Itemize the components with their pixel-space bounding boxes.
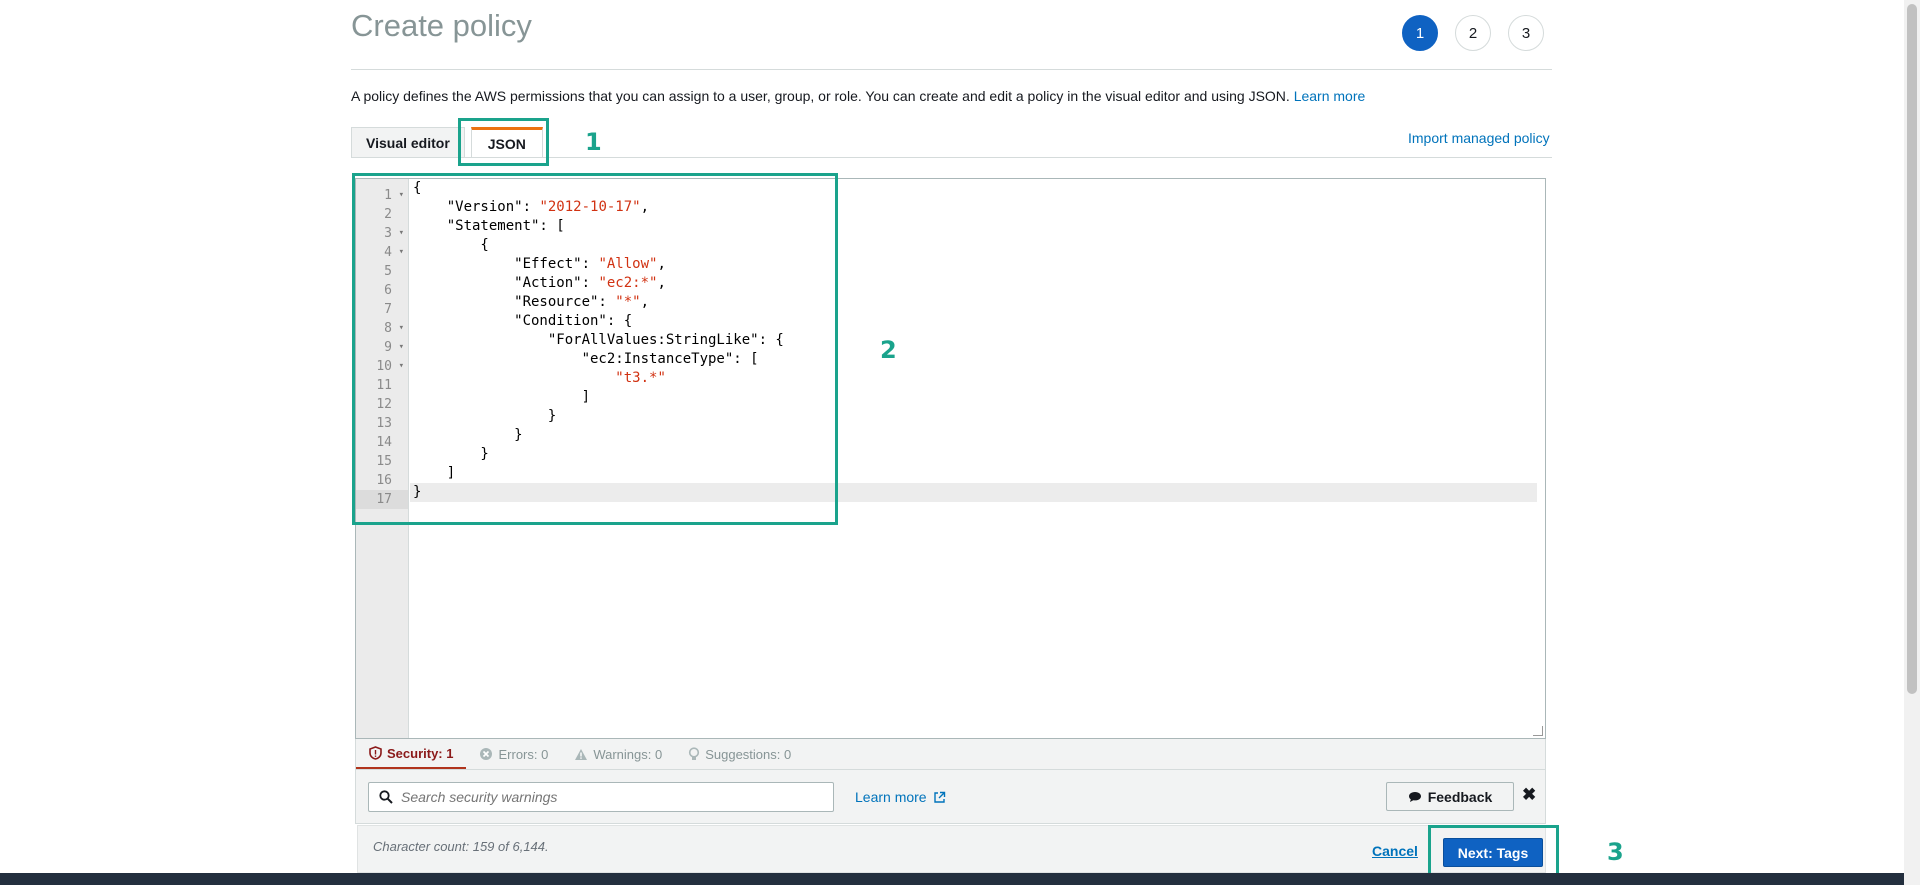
tab-warnings[interactable]: Warnings: 0 — [561, 739, 675, 769]
search-security-warnings-input[interactable] — [401, 789, 821, 805]
lightbulb-icon — [689, 747, 700, 760]
validation-toolbar: Learn more Feedback ✖ — [356, 770, 1545, 823]
page-title: Create policy — [351, 8, 532, 43]
external-link-icon — [933, 791, 945, 803]
annotation-box-json-code — [352, 173, 838, 525]
page-scrollbar[interactable] — [1904, 0, 1920, 885]
description-text: A policy defines the AWS permissions tha… — [351, 88, 1290, 104]
close-icon[interactable]: ✖ — [1522, 785, 1536, 805]
shield-icon — [369, 746, 382, 760]
character-count: Character count: 159 of 6,144. — [373, 839, 549, 854]
tab-visual-editor[interactable]: Visual editor — [351, 127, 465, 158]
annotation-label-3: 3 — [1607, 838, 1624, 866]
console-footer-bar — [0, 873, 1904, 885]
resize-grip-icon[interactable] — [1533, 726, 1543, 736]
validation-learn-more-label: Learn more — [855, 789, 927, 805]
warnings-count: Warnings: 0 — [593, 746, 663, 762]
annotation-box-next-button — [1428, 825, 1559, 880]
error-icon — [480, 748, 493, 760]
description-learn-more-link[interactable]: Learn more — [1294, 88, 1366, 104]
step-1[interactable]: 1 — [1402, 15, 1438, 51]
create-policy-page: Create policy 1 2 3 A policy defines the… — [0, 0, 1920, 885]
tab-suggestions[interactable]: Suggestions: 0 — [675, 739, 804, 769]
warning-icon — [575, 748, 588, 760]
step-3[interactable]: 3 — [1508, 15, 1544, 51]
errors-count: Errors: 0 — [498, 746, 549, 762]
tab-errors[interactable]: Errors: 0 — [466, 739, 561, 769]
header-divider — [351, 69, 1552, 70]
cancel-button[interactable]: Cancel — [1372, 843, 1418, 859]
step-indicator: 1 2 3 — [1402, 15, 1544, 51]
search-icon — [379, 790, 393, 804]
suggestions-count: Suggestions: 0 — [705, 746, 792, 762]
security-count: Security: 1 — [387, 745, 454, 761]
validation-learn-more-link[interactable]: Learn more — [855, 789, 946, 805]
editor-footer: Character count: 159 of 6,144. Cancel Ne… — [357, 825, 1546, 873]
validation-tabs: Security: 1 Errors: 0 Warnings: 0 Sugges… — [356, 739, 1545, 770]
tab-security[interactable]: Security: 1 — [356, 739, 467, 769]
annotation-label-2: 2 — [880, 336, 897, 364]
annotation-label-1: 1 — [585, 128, 602, 156]
feedback-button[interactable]: Feedback — [1386, 782, 1514, 811]
feedback-label: Feedback — [1427, 788, 1493, 805]
speech-bubble-icon — [1408, 791, 1421, 802]
security-search-box[interactable] — [368, 782, 834, 812]
annotation-box-json-tab — [458, 118, 549, 166]
import-managed-policy-link[interactable]: Import managed policy — [1408, 130, 1550, 146]
step-2[interactable]: 2 — [1455, 15, 1491, 51]
policy-validation-panel: Security: 1 Errors: 0 Warnings: 0 Sugges… — [355, 739, 1546, 824]
policy-description: A policy defines the AWS permissions tha… — [351, 88, 1365, 104]
scrollbar-thumb[interactable] — [1907, 4, 1917, 694]
